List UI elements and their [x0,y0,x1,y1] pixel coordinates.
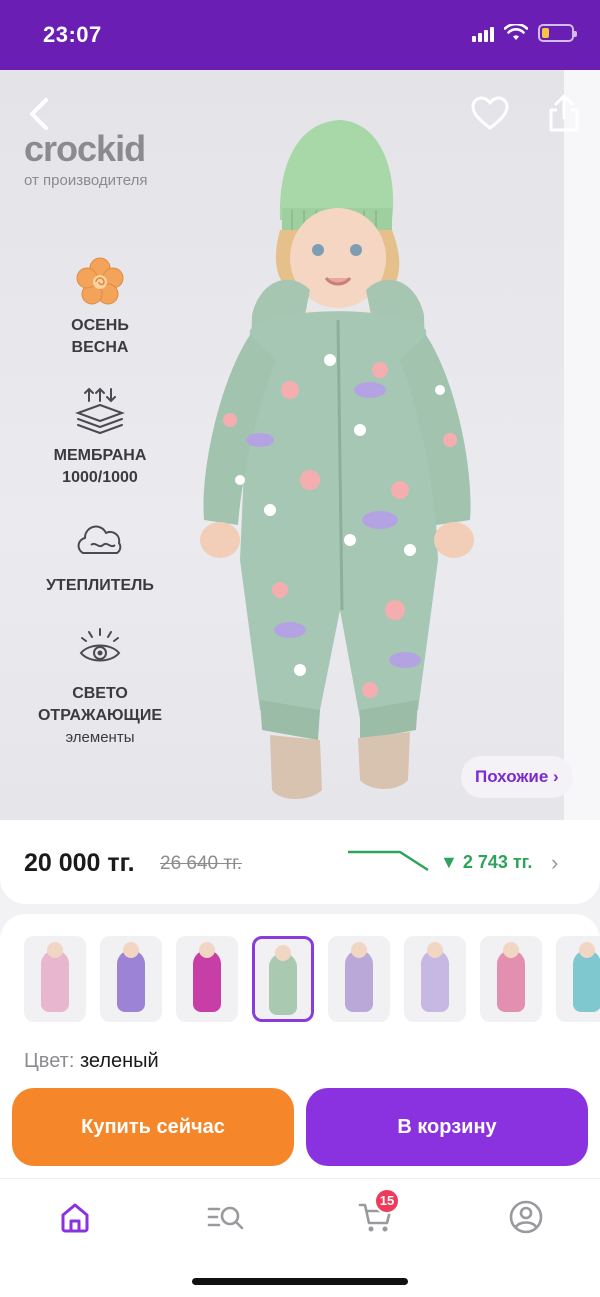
profile-icon[interactable] [506,1197,546,1237]
variant-thumb-head [199,942,215,958]
feature-membrane-text: МЕМБРАНА 1000/1000 [53,447,147,486]
home-icon[interactable] [55,1197,95,1237]
share-icon[interactable] [544,92,584,134]
variant-thumb-suit [497,950,525,1012]
catalog-search-icon[interactable] [205,1197,245,1237]
chevron-right-icon[interactable]: › [551,850,558,876]
flower-icon [76,257,124,305]
variant-thumb-head [123,942,139,958]
color-row: Цвет: зеленый [24,1050,159,1073]
price-card[interactable]: 20 000 тг. 26 640 тг. ▼ 2 743 тг. › [0,820,600,904]
feature-membrane: МЕМБРАНА 1000/1000 [20,385,180,489]
variant-thumb-suit [117,950,145,1012]
variant-thumb-suit [345,950,373,1012]
color-variant-thumb[interactable] [404,936,466,1022]
brand-subtitle: от производителя [24,172,148,189]
home-indicator [192,1278,408,1285]
color-variant-thumb[interactable] [24,936,86,1022]
buy-now-button[interactable]: Купить сейчас [12,1088,294,1166]
variant-thumb-head [579,942,595,958]
feature-reflective: СВЕТО ОТРАЖАЮЩИЕ элементы [20,623,180,749]
product-photo-child [200,120,474,799]
variant-thumb-suit [269,953,297,1015]
feature-list: ОСЕНЬ ВЕСНА МЕМБРАНА 1000/1000 УТЕПЛИТЕЛ… [20,255,180,775]
variant-thumb-head [351,942,367,958]
variant-thumb-suit [573,950,600,1012]
feature-reflective-text: СВЕТО ОТРАЖАЮЩИЕ элементы [37,685,163,746]
feature-insulation-text: УТЕПЛИТЕЛЬ [46,577,154,594]
battery-fill [542,28,549,38]
old-price: 26 640 тг. [160,853,242,874]
variant-thumb-head [503,942,519,958]
eye-icon [79,628,121,662]
variant-thumb-head [275,945,291,961]
color-variant-thumb[interactable] [480,936,542,1022]
variant-thumb-head [47,942,63,958]
brand-name: crockid [24,128,146,169]
brand-logo: crockid от производителя [24,128,147,189]
feature-insulation: УТЕПЛИТЕЛЬ [20,515,180,597]
color-variant-thumb[interactable] [556,936,600,1022]
status-bar: 23:07 [0,0,600,70]
variant-thumb-suit [421,950,449,1012]
color-label: Цвет: [24,1050,75,1072]
membrane-icon [75,387,125,435]
product-image[interactable]: crockid от производителя ОСЕНЬ ВЕСНА МЕМ… [0,70,600,830]
current-price: 20 000 тг. [24,849,135,877]
color-variant-thumb[interactable] [252,936,314,1022]
color-variant-thumb[interactable] [100,936,162,1022]
cloud-icon [77,525,122,554]
feature-season: ОСЕНЬ ВЕСНА [20,255,180,359]
variant-thumb-head [427,942,443,958]
price-history-line [348,850,429,872]
signal-icon [472,24,494,42]
color-variant-thumb[interactable] [176,936,238,1022]
variant-thumb-suit [41,950,69,1012]
variant-thumb-suit [193,950,221,1012]
status-time: 23:07 [43,22,102,47]
color-variant-thumb[interactable] [328,936,390,1022]
feature-season-text: ОСЕНЬ ВЕСНА [71,317,129,356]
wifi-icon [504,24,528,40]
color-variant-list [24,936,600,1022]
status-icons [472,24,577,42]
similar-products-button[interactable]: Похожие › [461,756,573,798]
add-to-cart-button[interactable]: В корзину [306,1088,588,1166]
color-value: зеленый [79,1050,159,1072]
price-drop: ▼ 2 743 тг. [440,852,533,872]
next-image-peek [564,70,600,830]
battery-icon [538,24,577,42]
cart-badge: 15 [374,1188,400,1214]
